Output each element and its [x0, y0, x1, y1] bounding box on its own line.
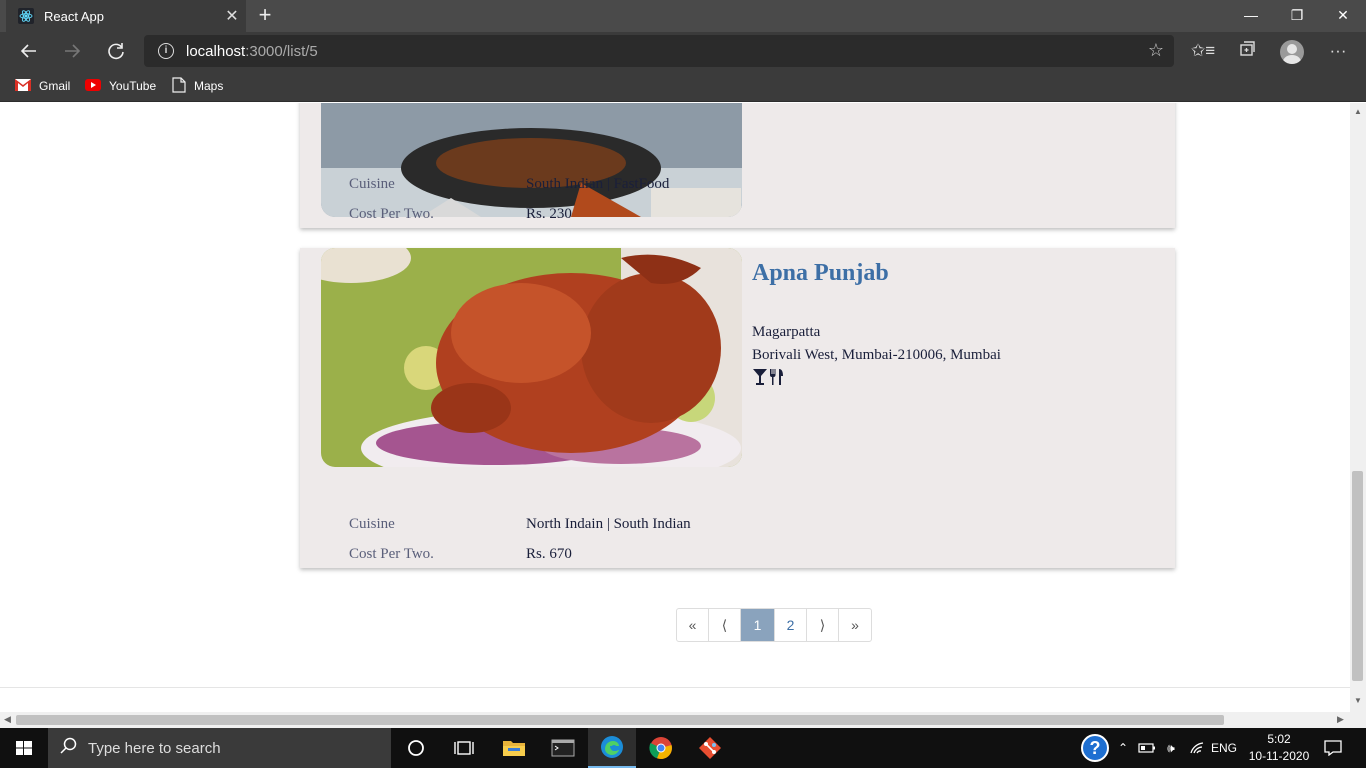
scroll-right-icon[interactable]: ▶: [1337, 714, 1344, 725]
pagination: « ⟨ 1 2 ⟩ »: [676, 608, 872, 642]
vertical-scroll-thumb[interactable]: [1352, 471, 1363, 681]
profile-avatar[interactable]: [1280, 40, 1304, 64]
help-icon[interactable]: ?: [1078, 728, 1112, 768]
terminal-icon[interactable]: [539, 728, 587, 768]
favorites-list-icon[interactable]: ✩≡: [1191, 40, 1215, 64]
bookmark-label: YouTube: [109, 79, 157, 93]
bookmarks-bar: Gmail YouTube Maps: [0, 70, 1366, 102]
cocktail-cutlery-icon: [752, 368, 786, 391]
gmail-icon: [15, 78, 31, 94]
scroll-corner: [1350, 712, 1366, 728]
clock-date: 10-11-2020: [1248, 749, 1310, 763]
restaurant-locality: Magarpatta: [752, 324, 821, 340]
cost-label: Cost Per Two.: [349, 206, 434, 222]
more-menu-icon[interactable]: ···: [1326, 40, 1350, 64]
cost-value: Rs. 670: [526, 546, 572, 562]
chrome-icon[interactable]: [637, 728, 685, 768]
bookmark-youtube[interactable]: YouTube: [85, 76, 156, 96]
browser-tab-bar: React App ✕ + — ❐ ✕: [0, 0, 1366, 32]
taskbar-clock[interactable]: 5:02 10-11-2020: [1244, 731, 1314, 765]
scroll-left-icon[interactable]: ◀: [4, 714, 11, 725]
horizontal-scroll-thumb[interactable]: [16, 715, 1224, 725]
cortana-icon[interactable]: [392, 728, 440, 768]
vertical-scrollbar[interactable]: ▲ ▼: [1350, 103, 1366, 712]
scroll-down-icon[interactable]: ▼: [1354, 696, 1362, 705]
minimize-button[interactable]: —: [1228, 0, 1274, 32]
back-icon[interactable]: [14, 37, 44, 65]
windows-start-icon[interactable]: [0, 728, 48, 768]
cuisine-value: North Indain | South Indian: [526, 516, 691, 532]
page-2-button[interactable]: 2: [775, 609, 807, 641]
language-indicator[interactable]: ENG: [1208, 728, 1240, 768]
search-icon: [60, 737, 78, 760]
tab-title: React App: [44, 8, 104, 24]
restaurant-photo: [321, 248, 742, 467]
page-viewport: Cuisine South Indian | FastFood Cost Per…: [0, 103, 1350, 712]
svg-text:?: ?: [1090, 738, 1101, 758]
restaurant-address: Borivali West, Mumbai-210006, Mumbai: [752, 347, 1001, 363]
last-page-button[interactable]: »: [839, 609, 871, 641]
page-icon: [172, 76, 186, 96]
wifi-icon[interactable]: [1186, 728, 1208, 768]
bookmark-label: Maps: [194, 79, 224, 93]
forward-icon[interactable]: [57, 37, 87, 65]
file-explorer-icon[interactable]: [490, 728, 538, 768]
search-placeholder: Type here to search: [88, 739, 221, 757]
footer-divider: [0, 687, 1350, 688]
taskbar-search[interactable]: Type here to search: [48, 728, 391, 768]
cost-value: Rs. 230: [526, 206, 572, 222]
browser-toolbar: i localhost:3000/list/5 ☆ ✩≡ ···: [0, 32, 1366, 70]
battery-icon[interactable]: [1136, 728, 1158, 768]
address-bar[interactable]: i localhost:3000/list/5 ☆: [144, 35, 1174, 67]
cuisine-value: South Indian | FastFood: [526, 176, 670, 192]
restaurant-card[interactable]: Apna Punjab Magarpatta Borivali West, Mu…: [300, 248, 1175, 568]
react-icon: [18, 8, 34, 24]
close-window-button[interactable]: ✕: [1320, 0, 1366, 32]
tab-close-icon[interactable]: ✕: [218, 6, 246, 26]
collections-icon[interactable]: [1235, 40, 1259, 64]
bookmark-maps[interactable]: Maps: [172, 76, 223, 96]
cost-label: Cost Per Two.: [349, 546, 434, 562]
new-tab-button[interactable]: +: [252, 3, 278, 29]
info-icon[interactable]: i: [158, 43, 174, 59]
edge-icon[interactable]: [588, 728, 636, 768]
page-1-button[interactable]: 1: [741, 609, 775, 641]
restaurant-name[interactable]: Apna Punjab: [752, 260, 889, 287]
restore-button[interactable]: ❐: [1274, 0, 1320, 32]
bookmark-gmail[interactable]: Gmail: [15, 76, 70, 96]
restaurant-photo: [321, 103, 742, 217]
bookmark-label: Gmail: [39, 79, 71, 93]
volume-icon[interactable]: 🕪: [1160, 728, 1182, 768]
task-view-icon[interactable]: [440, 728, 488, 768]
cuisine-label: Cuisine: [349, 176, 395, 192]
browser-tab[interactable]: React App ✕: [6, 0, 246, 32]
tray-overflow-icon[interactable]: ⌃: [1114, 728, 1132, 768]
prev-page-button[interactable]: ⟨: [709, 609, 741, 641]
url-path: :3000/list/5: [245, 42, 318, 60]
first-page-button[interactable]: «: [677, 609, 709, 641]
clock-time: 5:02: [1267, 732, 1291, 746]
git-icon[interactable]: [686, 728, 734, 768]
youtube-icon: [85, 78, 101, 94]
windows-taskbar: Type here to search ? ⌃ 🕪 ENG 5:02 10-11…: [0, 728, 1366, 768]
favorite-star-icon[interactable]: ☆: [1148, 40, 1164, 61]
restaurant-card[interactable]: Cuisine South Indian | FastFood Cost Per…: [300, 103, 1175, 228]
horizontal-scrollbar[interactable]: ◀ ▶: [0, 712, 1350, 728]
notification-icon[interactable]: [1318, 728, 1348, 768]
url-host: localhost: [186, 42, 246, 60]
refresh-icon[interactable]: [101, 37, 131, 65]
next-page-button[interactable]: ⟩: [807, 609, 839, 641]
cuisine-label: Cuisine: [349, 516, 395, 532]
scroll-up-icon[interactable]: ▲: [1354, 107, 1362, 116]
